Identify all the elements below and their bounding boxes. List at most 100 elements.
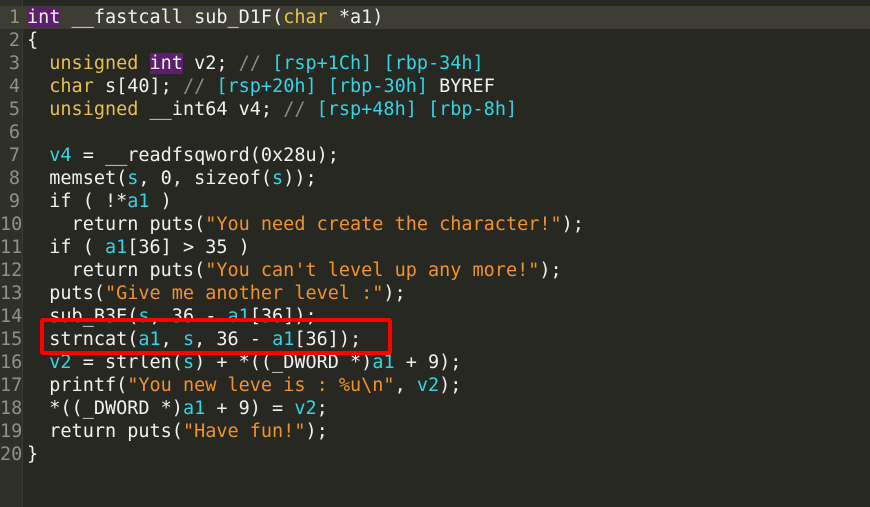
code-text: unsigned __int64 v4; // [rsp+48h] [rbp-8… [27, 98, 517, 121]
code-token: ); [561, 214, 584, 235]
code-token: ) + *((_DWORD *) [194, 352, 373, 373]
code-token: unsigned [49, 53, 139, 74]
code-token: [rsp+48h] [rbp-8h] [316, 99, 518, 120]
code-token: v2; [182, 53, 239, 74]
line-number: 10 [0, 214, 23, 235]
code-line[interactable]: 4 char s[40]; // [rsp+20h] [rbp-30h] BYR… [0, 75, 870, 98]
code-token: *((_DWORD *) [27, 398, 183, 419]
code-editor[interactable]: 1 int __fastcall sub_D1F(char *a1) 2{3 uns… [0, 0, 870, 507]
code-text: *((_DWORD *)a1 + 9) = v2; [27, 397, 328, 420]
code-token: s [272, 168, 284, 189]
code-token: a1 [372, 352, 395, 373]
code-token: // [283, 99, 317, 120]
code-token: , [394, 375, 417, 396]
code-token: ) [149, 191, 172, 212]
code-line[interactable]: 7 v4 = __readfsqword(0x28u); [0, 144, 870, 167]
code-text: return puts("You need create the charact… [27, 213, 584, 236]
code-token: v4 [49, 145, 72, 166]
code-token: if ( !* [27, 191, 128, 212]
code-token: puts( [27, 283, 105, 304]
code-token: char [283, 7, 328, 28]
code-token: s[40]; [93, 76, 183, 97]
code-token: return puts( [27, 214, 206, 235]
code-line[interactable]: 6 [0, 121, 870, 144]
code-token: a1 [182, 398, 206, 419]
code-token: BYREF [428, 76, 495, 97]
code-text: return puts("Have fun!"); [27, 420, 328, 443]
code-token: // [238, 53, 273, 74]
code-token: + 9); [394, 352, 462, 373]
code-text: { [27, 29, 38, 52]
code-line[interactable]: 5 unsigned __int64 v4; // [rsp+48h] [rbp… [0, 98, 870, 121]
code-token: int [27, 7, 61, 28]
code-text: return puts("You can't level up any more… [27, 259, 562, 282]
code-token: ); [305, 421, 328, 442]
code-text: } [27, 443, 38, 466]
code-line[interactable]: 1 int __fastcall sub_D1F(char *a1) [0, 6, 870, 29]
line-number: 20 [0, 444, 23, 465]
line-number: 13 [0, 283, 23, 304]
line-number: 2 [8, 30, 20, 51]
code-token: ; [316, 398, 328, 419]
code-line[interactable]: 8 memset(s, 0, sizeof(s)); [0, 167, 870, 190]
code-line[interactable]: 2{ [0, 29, 870, 52]
code-token: if ( [27, 237, 105, 258]
line-number: 3 [8, 53, 20, 74]
line-number: 18 [0, 398, 23, 419]
code-token: a1 [104, 237, 128, 258]
code-text: printf("You new leve is : %u\n", v2); [27, 374, 461, 397]
code-line[interactable]: 3 unsigned int v2; // [rsp+1Ch] [rbp-34h… [0, 52, 870, 75]
line-number: 11 [0, 237, 23, 258]
line-number: 1 [8, 7, 20, 28]
code-token: "You can't level up any more!" [205, 260, 540, 281]
code-token: } [27, 444, 39, 465]
code-line[interactable]: 13 puts("Give me another level :"); [0, 282, 870, 305]
code-token: , 0, sizeof( [138, 168, 273, 189]
code-text: if ( a1[36] > 35 ) [27, 236, 250, 259]
code-token: printf( [27, 375, 128, 396]
line-number: 8 [8, 168, 20, 189]
code-line[interactable]: 12 return puts("You can't level up any m… [0, 259, 870, 282]
code-token: "Have fun!" [182, 421, 306, 442]
line-number: 16 [0, 352, 23, 373]
code-line[interactable]: 17 printf("You new leve is : %u\n", v2); [0, 374, 870, 397]
code-line[interactable]: 20} [0, 443, 870, 466]
code-token: { [27, 30, 39, 51]
line-number: 9 [8, 191, 20, 212]
code-token: // [182, 76, 217, 97]
code-token: + 9) = [205, 398, 295, 419]
code-line[interactable]: 11 if ( a1[36] > 35 ) [0, 236, 870, 259]
line-number: 15 [0, 329, 23, 350]
code-line[interactable]: 19 return puts("Have fun!"); [0, 420, 870, 443]
line-number: 4 [8, 76, 20, 97]
code-token: int [149, 53, 183, 74]
code-text: memset(s, 0, sizeof(s)); [27, 167, 317, 190]
code-token: v2 [416, 375, 440, 396]
code-line[interactable]: 9 if ( !*a1 ) [0, 190, 870, 213]
line-number: 5 [8, 99, 20, 120]
code-token: s [127, 168, 139, 189]
code-line[interactable]: 18 *((_DWORD *)a1 + 9) = v2; [0, 397, 870, 420]
code-token: [36] > 35 ) [127, 237, 250, 258]
code-text: v4 = __readfsqword(0x28u); [27, 144, 339, 167]
code-token: a1) [350, 7, 384, 28]
code-token: "You new leve is : %u\n" [127, 375, 395, 396]
code-token: memset( [27, 168, 128, 189]
code-token: [rsp+1Ch] [rbp-34h] [272, 53, 484, 74]
code-text: puts("Give me another level :"); [27, 282, 406, 305]
line-number: 12 [0, 260, 23, 281]
code-token: return puts( [27, 421, 183, 442]
code-token: char [49, 76, 94, 97]
code-token: unsigned [49, 99, 139, 120]
code-token: )); [283, 168, 317, 189]
code-line[interactable]: 10 return puts("You need create the char… [0, 213, 870, 236]
code-token: ); [383, 283, 406, 304]
code-token: = strlen( [71, 352, 183, 373]
code-token: "Give me another level :" [104, 283, 384, 304]
